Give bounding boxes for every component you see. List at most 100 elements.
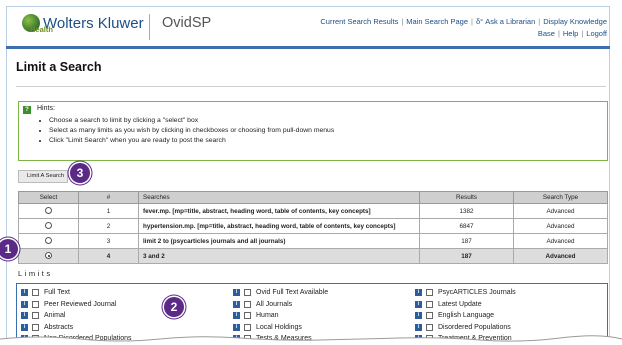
limit-option: i English Language <box>415 310 516 322</box>
limit-checkbox[interactable] <box>244 323 251 331</box>
info-icon[interactable]: i <box>233 312 240 320</box>
limit-label: Latest Update <box>438 300 482 308</box>
search-number: 2 <box>78 218 139 234</box>
product-name: OvidSP <box>162 15 212 31</box>
search-query: limit 2 to (psycarticles journals and al… <box>138 233 420 249</box>
select-cell <box>18 233 79 249</box>
info-icon[interactable]: i <box>415 312 422 320</box>
limit-label: Full Text <box>44 289 70 297</box>
hints-box: ? Hints: Choose a search to limit by cli… <box>18 101 608 161</box>
search-query: fever.mp. [mp=title, abstract, heading w… <box>138 203 420 219</box>
search-results-count: 187 <box>419 248 514 264</box>
page-title: Limit a Search <box>16 60 102 74</box>
limit-option: i PsycARTICLES Journals <box>415 287 516 299</box>
link-display-knowledge[interactable]: Display Knowledge <box>543 17 607 26</box>
limit-label: PsycARTICLES Journals <box>438 289 516 297</box>
torn-edge <box>0 335 622 345</box>
link-main-search-page[interactable]: Main Search Page <box>406 17 468 26</box>
table-header-row: Select # Searches Results Search Type <box>18 191 608 204</box>
link-current-search-results[interactable]: Current Search Results <box>320 17 398 26</box>
search-number: 1 <box>78 203 139 219</box>
select-radio[interactable] <box>45 222 52 230</box>
limit-option: i Full Text <box>21 287 132 299</box>
callout-marker-3: 3 <box>70 163 90 183</box>
column-header-search-type: Search Type <box>513 191 608 204</box>
limit-option: i Peer Reviewed Journal <box>21 299 132 311</box>
search-number: 4 <box>78 248 139 264</box>
search-history-table: Select # Searches Results Search Type 1 … <box>18 191 608 264</box>
limit-option: i Ovid Full Text Available <box>233 287 328 299</box>
select-cell <box>18 203 79 219</box>
limit-checkbox[interactable] <box>426 289 433 297</box>
limit-checkbox[interactable] <box>244 300 251 308</box>
limit-option: i Abstracts <box>21 322 132 334</box>
search-results-count: 187 <box>419 233 514 249</box>
limit-label: Abstracts <box>44 323 74 331</box>
search-query: hypertension.mp. [mp=title, abstract, he… <box>138 218 420 234</box>
select-radio[interactable] <box>45 207 52 215</box>
info-icon[interactable]: i <box>233 323 240 331</box>
column-header-searches: Searches <box>138 191 420 204</box>
limit-checkbox[interactable] <box>244 289 251 297</box>
top-navigation: Current Search Results | Main Search Page |… <box>320 16 607 40</box>
info-icon[interactable]: i <box>233 300 240 308</box>
limit-search-button[interactable]: Limit A Search <box>18 170 68 183</box>
column-header-select: Select <box>18 191 79 204</box>
limit-label: English Language <box>438 312 495 320</box>
search-type: Advanced <box>513 233 608 249</box>
hints-title: Hints: <box>37 105 55 112</box>
limit-checkbox[interactable] <box>426 300 433 308</box>
info-icon[interactable]: i <box>233 289 240 297</box>
limit-option: i All Journals <box>233 299 328 311</box>
brand-name: Wolters Kluwer <box>43 14 144 32</box>
limit-label: Human <box>256 312 279 320</box>
limit-option: i Local Holdings <box>233 322 328 334</box>
info-icon[interactable]: i <box>415 289 422 297</box>
brand-subtitle: Health <box>30 25 53 34</box>
hint-item: Choose a search to limit by clicking a "… <box>49 116 334 126</box>
limit-label: Local Holdings <box>256 323 302 331</box>
limit-checkbox[interactable] <box>32 300 39 308</box>
limit-checkbox[interactable] <box>426 312 433 320</box>
search-type: Advanced <box>513 248 608 264</box>
limit-option: i Animal <box>21 310 132 322</box>
hint-item: Click "Limit Search" when you are ready … <box>49 136 334 146</box>
limit-checkbox[interactable] <box>32 323 39 331</box>
link-ask-a-librarian[interactable]: Ask a Librarian <box>485 17 535 26</box>
limit-label: Animal <box>44 312 66 320</box>
limit-label: Disordered Populations <box>438 323 511 331</box>
logo-divider <box>149 14 150 40</box>
info-icon[interactable]: i <box>21 289 28 297</box>
link-knowledge-base[interactable]: Base <box>538 29 555 38</box>
hint-item: Select as many limits as you wish by cli… <box>49 126 334 136</box>
select-radio[interactable] <box>45 237 52 245</box>
title-divider <box>16 86 606 87</box>
select-cell <box>18 248 79 264</box>
search-type: Advanced <box>513 203 608 219</box>
search-number: 3 <box>78 233 139 249</box>
link-help[interactable]: Help <box>563 29 578 38</box>
limit-checkbox[interactable] <box>244 312 251 320</box>
table-row: 2 hypertension.mp. [mp=title, abstract, … <box>18 218 608 234</box>
librarian-icon: δ° <box>475 17 484 26</box>
info-icon[interactable]: i <box>415 323 422 331</box>
info-icon[interactable]: i <box>21 312 28 320</box>
limit-label: Peer Reviewed Journal <box>44 300 117 308</box>
search-results-count: 6847 <box>419 218 514 234</box>
top-links-row2: Base | Help | Logoff <box>537 29 607 38</box>
limits-heading: Limits <box>18 269 53 278</box>
limit-label: All Journals <box>256 300 293 308</box>
select-radio-checked[interactable] <box>45 252 52 260</box>
hints-icon: ? <box>23 106 31 114</box>
info-icon[interactable]: i <box>415 300 422 308</box>
header-accent-bar <box>6 46 610 49</box>
limit-checkbox[interactable] <box>32 289 39 297</box>
limit-checkbox[interactable] <box>426 323 433 331</box>
search-results-count: 1382 <box>419 203 514 219</box>
info-icon[interactable]: i <box>21 300 28 308</box>
info-icon[interactable]: i <box>21 323 28 331</box>
limit-checkbox[interactable] <box>32 312 39 320</box>
limit-label: Ovid Full Text Available <box>256 289 329 297</box>
link-logoff[interactable]: Logoff <box>586 29 607 38</box>
top-links-row1: Current Search Results | Main Search Page |… <box>320 17 607 26</box>
